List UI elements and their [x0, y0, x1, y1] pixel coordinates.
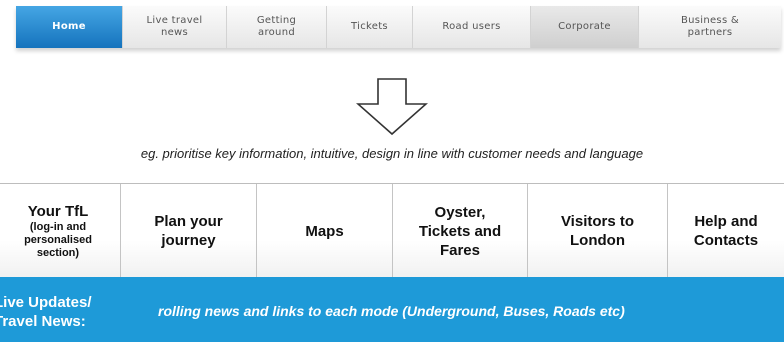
- nav-help-and-contacts[interactable]: Help and Contacts: [668, 184, 784, 278]
- nav-visitors-to-london[interactable]: Visitors to London: [528, 184, 668, 278]
- live-updates-label[interactable]: Live Updates/ Travel News:: [0, 293, 134, 331]
- caption-text: eg. prioritise key information, intuitiv…: [140, 146, 644, 161]
- tab-road-users-label: Road users: [442, 21, 501, 32]
- tab-home-label: Home: [52, 21, 86, 32]
- nav-your-tfl[interactable]: Your TfL (log-in and personalised sectio…: [0, 184, 121, 278]
- tab-home[interactable]: Home: [16, 6, 123, 48]
- new-navigation-bar: Your TfL (log-in and personalised sectio…: [0, 183, 784, 278]
- tab-getting-around-label: Getting around: [256, 15, 297, 38]
- nav-your-tfl-label: Your TfL: [27, 203, 89, 220]
- live-updates-band: Live Updates/ Travel News: rolling news …: [0, 277, 784, 342]
- tab-business-partners-label: Business & partners: [680, 15, 740, 38]
- tab-corporate[interactable]: Corporate: [531, 6, 639, 48]
- live-updates-text: rolling news and links to each mode (Und…: [158, 303, 625, 319]
- tab-corporate-label: Corporate: [558, 21, 611, 32]
- nav-oyster-tickets-fares-label: Oyster, Tickets and Fares: [418, 203, 502, 259]
- tab-live-travel-news[interactable]: Live travel news: [123, 6, 227, 48]
- nav-plan-your-journey[interactable]: Plan your journey: [121, 184, 257, 278]
- nav-help-and-contacts-label: Help and Contacts: [693, 213, 759, 249]
- nav-plan-your-journey-label: Plan your journey: [154, 213, 223, 249]
- tab-business-partners[interactable]: Business & partners: [639, 6, 781, 48]
- nav-maps-label: Maps: [305, 222, 344, 240]
- nav-your-tfl-sub: (log-in and personalised section): [24, 221, 92, 259]
- nav-visitors-to-london-label: Visitors to London: [560, 213, 635, 249]
- old-navigation-bar: Home Live travel news Getting around Tic…: [16, 6, 781, 48]
- down-arrow-outline-icon: [356, 78, 428, 136]
- nav-maps[interactable]: Maps: [257, 184, 393, 278]
- tab-tickets[interactable]: Tickets: [327, 6, 413, 48]
- tab-tickets-label: Tickets: [351, 21, 388, 32]
- tab-live-travel-news-label: Live travel news: [146, 15, 203, 38]
- tab-getting-around[interactable]: Getting around: [227, 6, 327, 48]
- nav-oyster-tickets-fares[interactable]: Oyster, Tickets and Fares: [393, 184, 528, 278]
- tab-road-users[interactable]: Road users: [413, 6, 531, 48]
